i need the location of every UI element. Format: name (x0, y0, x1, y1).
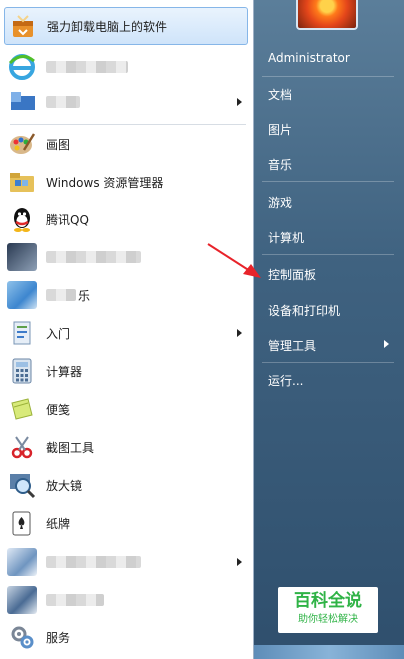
blurred-program-item-5[interactable] (4, 545, 248, 579)
snipping-tool-icon (6, 431, 38, 463)
blurred-icon (6, 279, 38, 311)
blurred-label (46, 556, 141, 568)
submenu-arrow-icon (237, 98, 242, 106)
blurred-label (46, 594, 104, 606)
sticky-notes-icon (6, 393, 38, 425)
explorer-icon (6, 166, 38, 198)
place-run[interactable]: 运行... (268, 372, 303, 389)
program-label: 腾讯QQ (46, 212, 89, 227)
submenu-arrow-icon (384, 340, 389, 348)
separator (10, 124, 246, 125)
program-label: 服务 (46, 630, 71, 645)
blurred-app-icon (6, 546, 38, 578)
user-avatar-flower-icon[interactable] (296, 0, 358, 30)
program-item-solitaire[interactable]: 纸牌 (4, 506, 248, 540)
pinned-uninstaller-label: 强力卸载电脑上的软件 (47, 19, 168, 34)
blurred-program-item-6[interactable] (4, 583, 248, 617)
place-admin-tools[interactable]: 管理工具 (268, 337, 316, 354)
getting-started-icon (6, 317, 38, 349)
program-label: 放大镜 (46, 478, 83, 493)
blurred-label (46, 289, 76, 301)
separator (262, 362, 394, 363)
program-item-getting-started[interactable]: 入门 (4, 316, 248, 350)
program-label: Windows 资源管理器 (46, 175, 164, 190)
blurred-program-item-2[interactable] (4, 85, 248, 119)
watermark-subtitle: 助你轻松解决 (298, 614, 358, 625)
place-pictures[interactable]: 图片 (268, 121, 292, 138)
program-label: 计算器 (46, 364, 83, 379)
blurred-label (46, 251, 141, 263)
blurred-program-item-4[interactable]: 乐 (4, 278, 248, 312)
program-label: 入门 (46, 326, 71, 341)
blurred-label (46, 61, 128, 73)
program-label: 画图 (46, 137, 71, 152)
shutdown-strip (254, 645, 404, 659)
program-item-sticky-notes[interactable]: 便笺 (4, 392, 248, 426)
submenu-arrow-icon (237, 329, 242, 337)
program-item-paint[interactable]: 画图 (4, 127, 248, 161)
program-label: 截图工具 (46, 440, 95, 455)
annotation-arrow-icon (207, 243, 261, 278)
calculator-icon (6, 355, 38, 387)
start-menu-programs-panel: 强力卸载电脑上的软件 画图 Windows 资源管理器 腾讯QQ 乐 入门 计算… (0, 0, 254, 659)
program-item-qq[interactable]: 腾讯QQ (4, 202, 248, 236)
program-label: 乐 (78, 288, 91, 303)
blurred-label (46, 96, 80, 108)
blurred-app-icon (6, 86, 38, 118)
services-icon (6, 621, 38, 653)
blurred-program-item-ie[interactable] (4, 50, 248, 84)
watermark-logo: 百科全说 助你轻松解决 (278, 587, 378, 633)
place-music[interactable]: 音乐 (268, 156, 292, 173)
program-item-explorer[interactable]: Windows 资源管理器 (4, 165, 248, 199)
place-devices-printers[interactable]: 设备和打印机 (268, 302, 340, 319)
separator (262, 254, 394, 255)
blurred-app-icon (6, 584, 38, 616)
uninstaller-box-icon (7, 10, 39, 42)
user-name-link[interactable]: Administrator (268, 51, 350, 65)
place-computer[interactable]: 计算机 (268, 229, 304, 246)
separator (262, 181, 394, 182)
watermark-title: 百科全说 (294, 591, 362, 611)
program-label: 纸牌 (46, 516, 71, 531)
separator (262, 76, 394, 77)
program-item-calculator[interactable]: 计算器 (4, 354, 248, 388)
program-item-services[interactable]: 服务 (4, 620, 248, 654)
paint-icon (6, 128, 38, 160)
pinned-uninstaller-item[interactable]: 强力卸载电脑上的软件 (4, 7, 248, 45)
program-item-snipping-tool[interactable]: 截图工具 (4, 430, 248, 464)
solitaire-icon (6, 507, 38, 539)
program-label: 便笺 (46, 402, 71, 417)
magnifier-icon (6, 469, 38, 501)
submenu-arrow-icon (237, 558, 242, 566)
qq-icon (6, 203, 38, 235)
place-documents[interactable]: 文档 (268, 86, 292, 103)
ie-icon (6, 51, 38, 83)
blurred-app-icon (6, 241, 38, 273)
place-control-panel[interactable]: 控制面板 (268, 266, 316, 283)
place-games[interactable]: 游戏 (268, 194, 292, 211)
program-item-magnifier[interactable]: 放大镜 (4, 468, 248, 502)
